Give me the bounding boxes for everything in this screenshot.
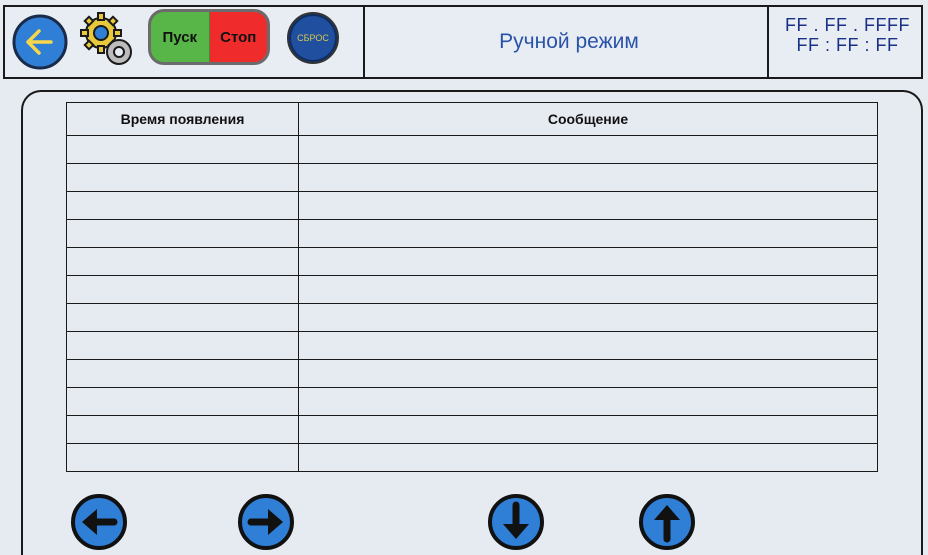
- cell-message: [298, 387, 878, 416]
- cell-message: [298, 303, 878, 332]
- cell-time: [66, 303, 299, 332]
- clock-time: FF : FF : FF: [796, 35, 899, 55]
- top-bar: Ручной режим FF . FF . FFFF FF : FF : FF: [3, 5, 923, 79]
- clock-display: FF . FF . FFFF FF : FF : FF: [772, 15, 923, 55]
- cell-time: [66, 219, 299, 248]
- cell-message: [298, 443, 878, 472]
- table-row[interactable]: [66, 135, 878, 164]
- start-stop-switch: Пуск Стоп: [148, 9, 270, 65]
- cell-message: [298, 191, 878, 220]
- cell-time: [66, 275, 299, 304]
- cell-message: [298, 359, 878, 388]
- messages-table: Время появления Сообщение: [66, 102, 878, 472]
- cell-time: [66, 135, 299, 164]
- column-header-message: Сообщение: [298, 102, 878, 136]
- cell-message: [298, 415, 878, 444]
- arrow-right-icon[interactable]: [237, 493, 295, 551]
- table-row[interactable]: [66, 219, 878, 248]
- table-row[interactable]: [66, 443, 878, 472]
- cell-time: [66, 415, 299, 444]
- reset-button[interactable]: СБРОС: [287, 12, 339, 64]
- table-row[interactable]: [66, 415, 878, 444]
- page-title: Ручной режим: [499, 30, 639, 53]
- table-header-row: Время появления Сообщение: [66, 102, 878, 136]
- table-row[interactable]: [66, 247, 878, 276]
- cell-message: [298, 247, 878, 276]
- cell-message: [298, 219, 878, 248]
- table-row[interactable]: [66, 303, 878, 332]
- cell-time: [66, 387, 299, 416]
- gears-icon[interactable]: [79, 11, 139, 71]
- table-row[interactable]: [66, 359, 878, 388]
- arrow-down-icon[interactable]: [487, 493, 545, 551]
- cell-time: [66, 191, 299, 220]
- cell-time: [66, 247, 299, 276]
- divider: [363, 7, 365, 77]
- table-row[interactable]: [66, 191, 878, 220]
- column-header-time: Время появления: [66, 102, 299, 136]
- table-row[interactable]: [66, 387, 878, 416]
- clock-date: FF . FF . FFFF: [785, 15, 910, 35]
- cell-message: [298, 275, 878, 304]
- cell-message: [298, 163, 878, 192]
- stop-button[interactable]: Стоп: [209, 12, 267, 62]
- back-arrow-icon[interactable]: [11, 13, 69, 71]
- cell-message: [298, 135, 878, 164]
- start-button[interactable]: Пуск: [151, 12, 210, 62]
- arrow-up-icon[interactable]: [638, 493, 696, 551]
- table-row[interactable]: [66, 331, 878, 360]
- cell-time: [66, 331, 299, 360]
- table-row[interactable]: [66, 163, 878, 192]
- table-row[interactable]: [66, 275, 878, 304]
- cell-message: [298, 331, 878, 360]
- arrow-left-icon[interactable]: [70, 493, 128, 551]
- cell-time: [66, 359, 299, 388]
- cell-time: [66, 443, 299, 472]
- cell-time: [66, 163, 299, 192]
